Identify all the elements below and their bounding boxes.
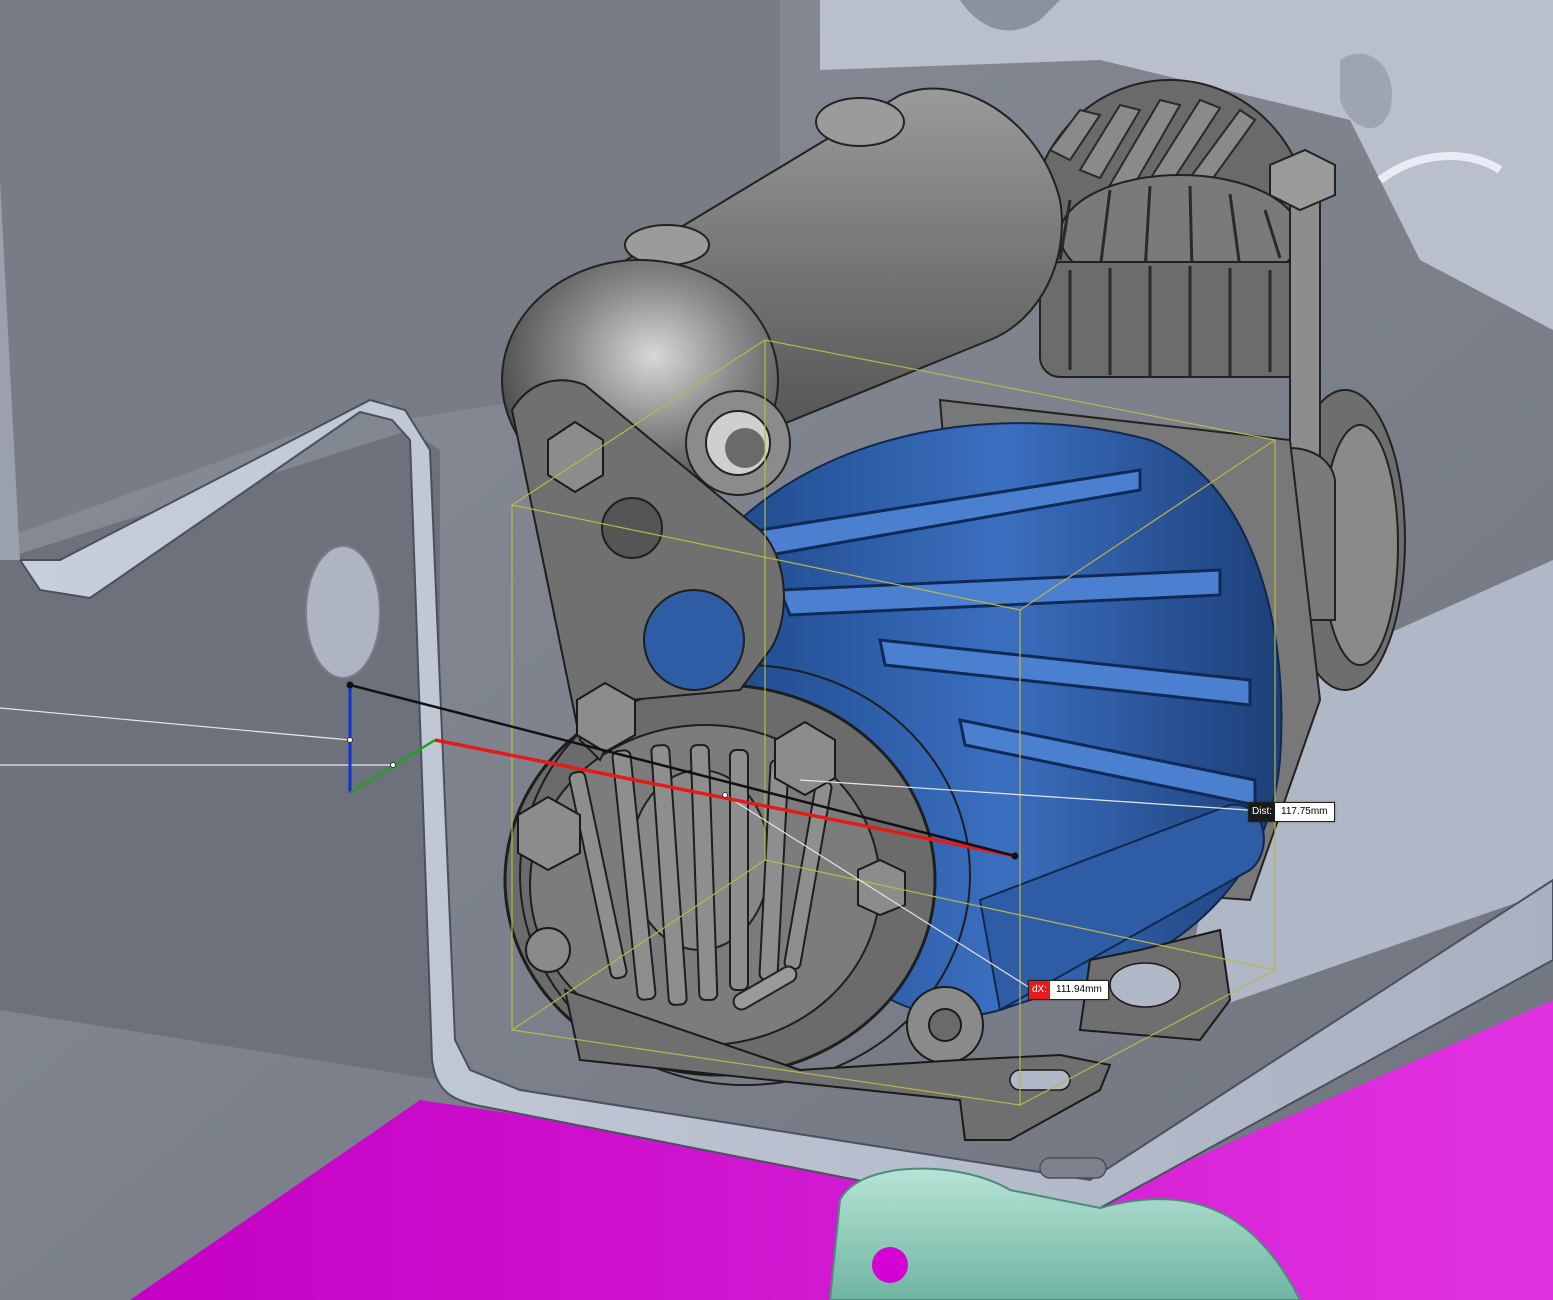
model-canvas[interactable] [0, 0, 1553, 1300]
dx-label: dX: [1029, 981, 1051, 999]
base-slot [1039, 1157, 1107, 1179]
cad-viewport[interactable]: Dist: 117.75mm dX: 111.94mm [0, 0, 1553, 1300]
distance-callout[interactable]: Dist: 117.75mm [1248, 802, 1335, 822]
dx-value: 111.94mm [1056, 984, 1102, 995]
rivet-boss [305, 545, 381, 679]
cylinder-block [1039, 261, 1321, 378]
distance-label: Dist: [1249, 803, 1275, 821]
distance-value: 117.75mm [1281, 806, 1328, 817]
measure-point-icon[interactable] [346, 681, 354, 689]
dx-callout[interactable]: dX: 111.94mm [1028, 980, 1109, 1000]
tie-rod [1289, 174, 1321, 476]
